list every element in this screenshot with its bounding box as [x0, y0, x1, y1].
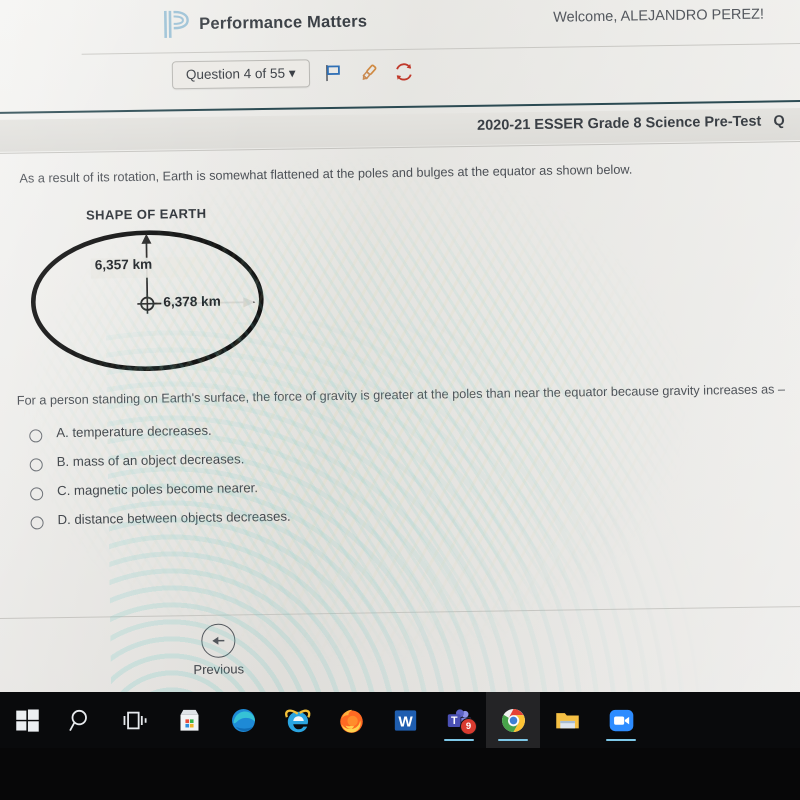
header-divider — [81, 42, 800, 55]
polar-arrowhead — [141, 233, 152, 244]
word-icon: W — [394, 709, 416, 731]
edge-icon — [231, 708, 255, 732]
answer-choice-b-label: B. mass of an object decreases. — [57, 451, 245, 469]
choice-text-b: mass of an object decreases. — [72, 451, 245, 469]
answer-choice-a-label: A. temperature decreases. — [56, 423, 212, 440]
previous-button[interactable]: Previous — [186, 623, 251, 677]
previous-button-label: Previous — [193, 661, 245, 678]
arrow-left-glyph — [211, 636, 224, 645]
firefox-icon — [339, 709, 363, 733]
chrome-icon — [501, 708, 525, 732]
earth-shape-figure: 6,357 km 6,378 km — [28, 224, 290, 378]
store-icon — [180, 709, 198, 731]
task-view-icon — [123, 711, 147, 729]
chrome-button[interactable] — [486, 692, 540, 748]
highlighter-icon[interactable] — [357, 61, 379, 83]
question-selector-label: Question 4 of 55 — [185, 65, 289, 83]
choice-text-c: magnetic poles become nearer. — [73, 480, 259, 498]
answer-choices: A. temperature decreases. B. mass of an … — [29, 418, 531, 541]
test-title-overflow: Q — [773, 113, 785, 130]
file-explorer-button[interactable] — [540, 692, 594, 748]
choice-text-d: distance between objects decreases. — [74, 508, 291, 527]
earth-diagram-svg — [31, 230, 264, 372]
answer-choice-d-label: D. distance between objects decreases. — [57, 509, 290, 527]
radio-button-a[interactable] — [29, 429, 43, 443]
answer-choice-c-label: C. magnetic poles become nearer. — [57, 480, 258, 498]
reset-icon[interactable] — [392, 61, 414, 83]
choice-text-a: temperature decreases. — [72, 422, 212, 440]
folder-icon — [555, 712, 579, 728]
svg-text:W: W — [398, 713, 413, 730]
search-button[interactable] — [54, 692, 108, 748]
video-camera-icon — [609, 709, 633, 731]
photographed-monitor: Performance Matters Welcome, ALEJANDRO P… — [0, 0, 800, 800]
choice-letter-b: B. — [56, 453, 70, 470]
chrome-running-indicator — [498, 738, 528, 741]
performance-matters-p-logo — [164, 10, 189, 38]
teams-notification-badge: 9 — [460, 718, 477, 735]
choice-letter-d: D. — [57, 511, 71, 528]
brand-name: Performance Matters — [199, 11, 368, 33]
radio-button-c[interactable] — [30, 487, 44, 501]
app-header: Performance Matters Welcome, ALEJANDRO P… — [0, 0, 800, 118]
question-toolbar: Question 4 of 55 ▾ — [171, 58, 415, 90]
flag-icon[interactable] — [322, 62, 344, 84]
svg-text:T: T — [450, 715, 457, 727]
internet-explorer-button[interactable] — [270, 692, 324, 748]
word-button[interactable]: W — [378, 692, 432, 748]
zoom-running-indicator — [606, 738, 636, 741]
polar-diameter-label: 6,357 km — [94, 256, 153, 273]
choice-letter-a: A. — [56, 424, 69, 441]
teams-running-indicator — [444, 738, 474, 741]
monitor-bezel — [0, 748, 800, 800]
figure-title: SHAPE OF EARTH — [85, 205, 207, 223]
radio-button-d[interactable] — [30, 516, 44, 530]
microsoft-store-button[interactable] — [162, 692, 216, 748]
task-view-button[interactable] — [108, 692, 162, 748]
windows-taskbar: W T 9 — [0, 692, 800, 748]
internet-explorer-icon — [284, 709, 310, 732]
chevron-down-icon: ▾ — [288, 65, 296, 81]
question-selector-dropdown[interactable]: Question 4 of 55 ▾ — [171, 59, 310, 90]
search-icon — [68, 709, 87, 731]
start-button[interactable] — [0, 692, 54, 748]
equatorial-diameter-label: 6,378 km — [163, 293, 221, 310]
edge-button[interactable] — [216, 692, 270, 748]
assessment-app-window: Performance Matters Welcome, ALEJANDRO P… — [0, 0, 800, 709]
welcome-message: Welcome, ALEJANDRO PEREZ! — [553, 6, 765, 26]
radio-button-b[interactable] — [29, 458, 43, 472]
brand: Performance Matters — [163, 6, 367, 39]
teams-button[interactable]: T 9 — [432, 692, 486, 748]
choice-letter-c: C. — [56, 482, 71, 499]
firefox-button[interactable] — [324, 692, 378, 748]
zoom-button[interactable] — [594, 692, 648, 748]
windows-logo-icon — [15, 708, 39, 732]
arrow-left-circle-icon — [201, 623, 236, 658]
